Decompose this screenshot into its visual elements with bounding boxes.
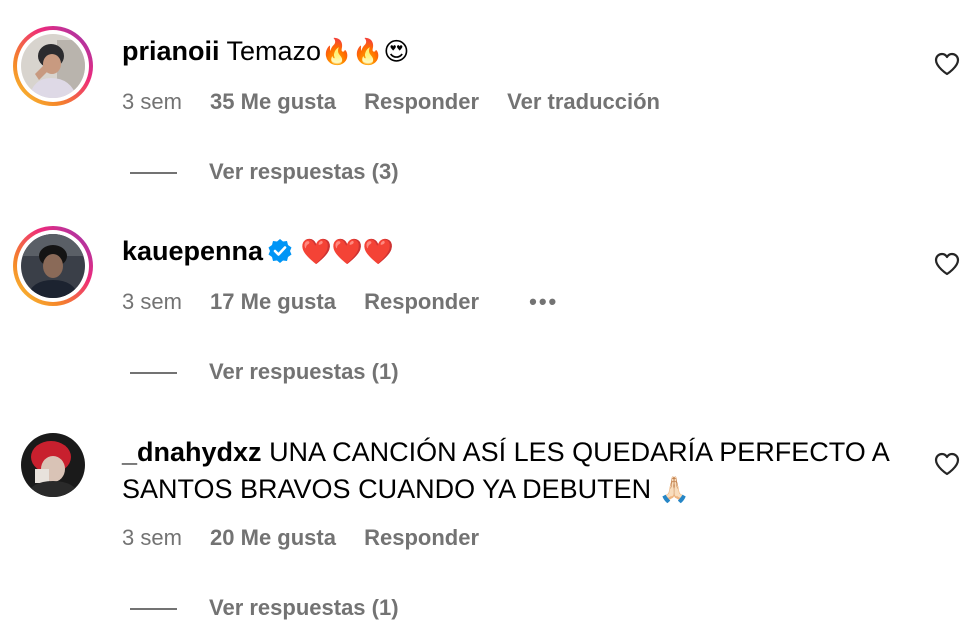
- comment-emojis: 🙏🏻: [658, 475, 690, 504]
- likes-count[interactable]: 20 Me gusta: [210, 525, 336, 550]
- likes-count[interactable]: 17 Me gusta: [210, 289, 336, 314]
- translate-button[interactable]: Ver traducción: [507, 89, 660, 114]
- view-replies-label: Ver respuestas (1): [209, 595, 399, 620]
- reply-button[interactable]: Responder: [364, 89, 479, 114]
- comment-line: _dnahydxz UNA CANCIÓN ASÍ LES QUEDARÍA P…: [122, 434, 912, 508]
- comment-text: Temazo: [226, 36, 322, 66]
- reply-button[interactable]: Responder: [364, 289, 479, 314]
- comment-time: 3 sem: [122, 89, 182, 114]
- more-options-icon[interactable]: •••: [529, 287, 558, 317]
- avatar[interactable]: [13, 26, 93, 106]
- verified-badge-icon: [268, 239, 292, 263]
- comment-emojis: ❤️❤️❤️: [300, 237, 394, 266]
- view-replies-button[interactable]: Ver respuestas (1): [130, 357, 399, 387]
- comment-username[interactable]: kauepenna: [122, 236, 263, 266]
- heart-outline-icon[interactable]: [934, 452, 960, 476]
- heart-outline-icon[interactable]: [934, 252, 960, 276]
- replies-divider: [130, 372, 177, 375]
- comment-time: 3 sem: [122, 289, 182, 314]
- view-replies-label: Ver respuestas (1): [209, 359, 399, 384]
- comment-line: prianoii Temazo🔥🔥😍: [122, 33, 409, 70]
- avatar-image: [21, 234, 85, 298]
- comment-emojis: 🔥🔥😍: [321, 37, 410, 66]
- comment-username[interactable]: _dnahydxz: [122, 437, 262, 467]
- comment-time: 3 sem: [122, 525, 182, 550]
- view-replies-button[interactable]: Ver respuestas (1): [130, 593, 399, 623]
- view-replies-button[interactable]: Ver respuestas (3): [130, 157, 399, 187]
- comment-meta: 3 sem 17 Me gusta Responder •••: [122, 287, 580, 317]
- heart-outline-icon[interactable]: [934, 52, 960, 76]
- comment-username[interactable]: prianoii: [122, 36, 220, 66]
- replies-divider: [130, 172, 177, 175]
- comment-meta: 3 sem 35 Me gusta Responder Ver traducci…: [122, 87, 682, 117]
- comment-line: kauepenna ❤️❤️❤️: [122, 233, 394, 270]
- comment-meta: 3 sem 20 Me gusta Responder: [122, 523, 501, 553]
- reply-button[interactable]: Responder: [364, 525, 479, 550]
- avatar[interactable]: [13, 226, 93, 306]
- avatar[interactable]: [21, 433, 85, 497]
- likes-count[interactable]: 35 Me gusta: [210, 89, 336, 114]
- view-replies-label: Ver respuestas (3): [209, 159, 399, 184]
- replies-divider: [130, 608, 177, 611]
- avatar-image: [21, 34, 85, 98]
